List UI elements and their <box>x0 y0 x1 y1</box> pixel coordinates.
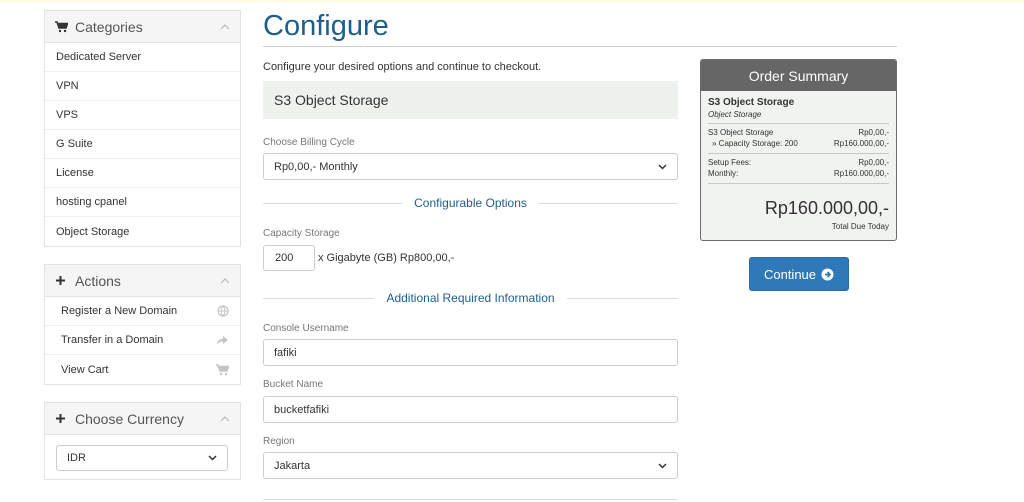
categories-panel: Categories Dedicated Server VPN VPS G Su… <box>44 10 241 247</box>
cart-icon <box>216 363 229 376</box>
summary-fee-value: Rp0,00,- <box>858 158 889 167</box>
divider-line <box>263 202 403 204</box>
summary-line-value: Rp0,00,- <box>858 128 889 137</box>
region-label: Region <box>263 436 295 447</box>
capacity-storage-label: Capacity Storage <box>263 228 340 239</box>
share-icon <box>216 335 229 346</box>
actions-title: Actions <box>75 272 121 289</box>
sidebar-item-label: Dedicated Server <box>56 51 141 63</box>
summary-divider <box>708 183 889 184</box>
sidebar-item-license[interactable]: License <box>45 159 240 188</box>
billing-cycle-label: Choose Billing Cycle <box>263 137 355 148</box>
console-username-label: Console Username <box>263 323 349 334</box>
summary-fee-label: Monthly: <box>708 169 739 178</box>
continue-label: Continue <box>763 266 817 282</box>
plus-icon <box>55 413 69 424</box>
additional-info-heading: Additional Required Information <box>263 291 679 305</box>
capacity-storage-unit: x Gigabyte (GB) Rp800,00,- <box>318 252 455 264</box>
top-strip <box>0 0 1024 3</box>
action-label: Register a New Domain <box>61 305 178 317</box>
categories-header[interactable]: Categories <box>45 11 240 43</box>
capacity-storage-input[interactable]: 200 <box>263 245 315 271</box>
bucket-name-label: Bucket Name <box>263 379 324 390</box>
summary-product-name: S3 Object Storage <box>708 97 795 108</box>
action-transfer-domain[interactable]: Transfer in a Domain <box>45 326 240 355</box>
billing-cycle-selected: Rp0,00,- Monthly <box>274 160 358 173</box>
summary-fee: Setup Fees: Rp0,00,- <box>708 157 889 168</box>
action-label: View Cart <box>61 363 109 376</box>
divider-line <box>566 297 679 299</box>
sidebar-item-g-suite[interactable]: G Suite <box>45 130 240 159</box>
region-selected: Jakarta <box>274 459 311 472</box>
action-label: Transfer in a Domain <box>61 334 164 346</box>
sidebar-item-label: hosting cpanel <box>56 196 127 208</box>
summary-line: » Capacity Storage: 200 Rp160.000,00,- <box>708 138 889 149</box>
product-name-box: S3 Object Storage <box>263 81 678 119</box>
summary-line: S3 Object Storage Rp0,00,- <box>708 127 889 138</box>
globe-icon <box>217 305 229 317</box>
sidebar-item-label: VPS <box>56 109 79 121</box>
sidebar-item-label: VPN <box>56 80 79 92</box>
actions-panel: Actions Register a New Domain Transfer i… <box>44 264 241 385</box>
sidebar-item-label: G Suite <box>56 138 93 150</box>
console-username-input[interactable]: fafiki <box>263 339 678 366</box>
chevron-down-icon <box>208 455 217 461</box>
currency-select[interactable]: IDR <box>56 445 228 471</box>
currency-selected: IDR <box>67 452 86 464</box>
bucket-name-value: bucketfafiki <box>274 403 330 416</box>
additional-info-title: Additional Required Information <box>386 291 555 305</box>
currency-panel: Choose Currency IDR <box>44 402 241 480</box>
chevron-up-icon[interactable] <box>220 21 230 33</box>
capacity-storage-value: 200 <box>275 252 294 264</box>
sidebar-item-label: Object Storage <box>56 225 130 238</box>
order-summary-title: Order Summary <box>701 60 896 91</box>
sidebar-item-vps[interactable]: VPS <box>45 101 240 130</box>
order-summary-body: S3 Object Storage Object Storage S3 Obje… <box>701 91 896 231</box>
summary-total: Rp160.000,00,- <box>764 198 889 218</box>
sidebar-item-label: License <box>56 167 94 179</box>
currency-title: Choose Currency <box>75 410 184 427</box>
configurable-options-title: Configurable Options <box>414 196 527 210</box>
action-register-domain[interactable]: Register a New Domain <box>45 297 240 326</box>
page-title: Configure <box>263 10 389 42</box>
title-divider <box>263 46 897 47</box>
console-username-value: fafiki <box>274 346 297 359</box>
summary-divider <box>708 123 889 124</box>
cart-icon <box>55 20 69 33</box>
categories-title: Categories <box>75 18 143 35</box>
divider-line <box>263 297 375 299</box>
summary-line-label: S3 Object Storage <box>708 128 774 137</box>
continue-button[interactable]: Continue <box>749 257 849 291</box>
summary-fee: Monthly: Rp160.000,00,- <box>708 168 889 179</box>
currency-header[interactable]: Choose Currency <box>45 403 240 435</box>
product-name: S3 Object Storage <box>274 92 389 108</box>
chevron-down-icon <box>658 462 667 469</box>
summary-divider <box>708 153 889 154</box>
chevron-down-icon <box>658 163 667 170</box>
configurable-options-heading: Configurable Options <box>263 196 679 210</box>
chevron-up-icon[interactable] <box>220 413 230 425</box>
sidebar-item-hosting-cpanel[interactable]: hosting cpanel <box>45 188 240 217</box>
summary-product-group: Object Storage <box>708 110 762 119</box>
sidebar-item-object-storage[interactable]: Object Storage <box>45 217 240 246</box>
intro-text: Configure your desired options and conti… <box>263 61 542 73</box>
summary-line-label: » Capacity Storage: 200 <box>712 139 798 148</box>
summary-fee-label: Setup Fees: <box>708 158 752 167</box>
divider-line <box>538 202 679 204</box>
region-select[interactable]: Jakarta <box>263 452 678 479</box>
chevron-up-icon[interactable] <box>220 275 230 287</box>
sidebar-item-vpn[interactable]: VPN <box>45 72 240 101</box>
arrow-circle-right-icon <box>821 268 834 281</box>
bottom-divider <box>263 499 678 500</box>
summary-line-value: Rp160.000,00,- <box>833 139 889 148</box>
plus-icon <box>55 275 69 286</box>
summary-total-label: Total Due Today <box>831 222 889 231</box>
order-summary: Order Summary S3 Object Storage Object S… <box>700 59 897 241</box>
action-view-cart[interactable]: View Cart <box>45 355 240 384</box>
sidebar-item-dedicated-server[interactable]: Dedicated Server <box>45 43 240 72</box>
billing-cycle-select[interactable]: Rp0,00,- Monthly <box>263 153 678 180</box>
bucket-name-input[interactable]: bucketfafiki <box>263 396 678 423</box>
actions-header[interactable]: Actions <box>45 265 240 297</box>
summary-fee-value: Rp160.000,00,- <box>833 169 889 178</box>
